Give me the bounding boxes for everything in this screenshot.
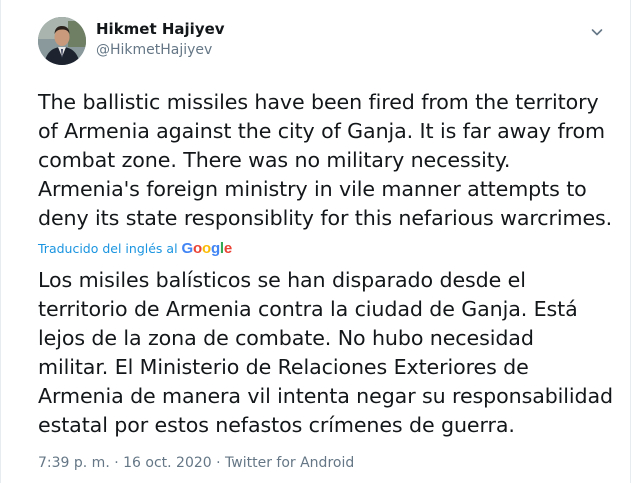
translation-attribution[interactable]: Traducido del inglés al Google xyxy=(38,240,232,257)
chevron-down-icon[interactable] xyxy=(586,21,608,43)
translated-text: Los misiles balísticos se han disparado … xyxy=(38,268,614,437)
tweet-source: Twitter for Android xyxy=(225,455,355,471)
google-logo: Google xyxy=(181,240,233,257)
user-handle[interactable]: @HikmetHajiyev xyxy=(96,42,212,58)
avatar-image xyxy=(38,17,86,65)
display-name[interactable]: Hikmet Hajiyev xyxy=(96,20,225,38)
tweet-time[interactable]: 7:39 p. m. xyxy=(38,455,110,471)
avatar[interactable] xyxy=(38,17,86,65)
tweet-metadata: 7:39 p. m. · 16 oct. 2020 · Twitter for … xyxy=(38,455,354,471)
tweet-card: Hikmet Hajiyev @HikmetHajiyev The ballis… xyxy=(0,0,631,483)
translation-label: Traducido del inglés al xyxy=(38,241,178,256)
meta-separator: · xyxy=(216,455,226,471)
tweet-date[interactable]: 16 oct. 2020 xyxy=(123,455,212,471)
tweet-text: The ballistic missiles have been fired f… xyxy=(38,90,613,230)
divider xyxy=(0,0,1,483)
meta-separator: · xyxy=(114,455,124,471)
